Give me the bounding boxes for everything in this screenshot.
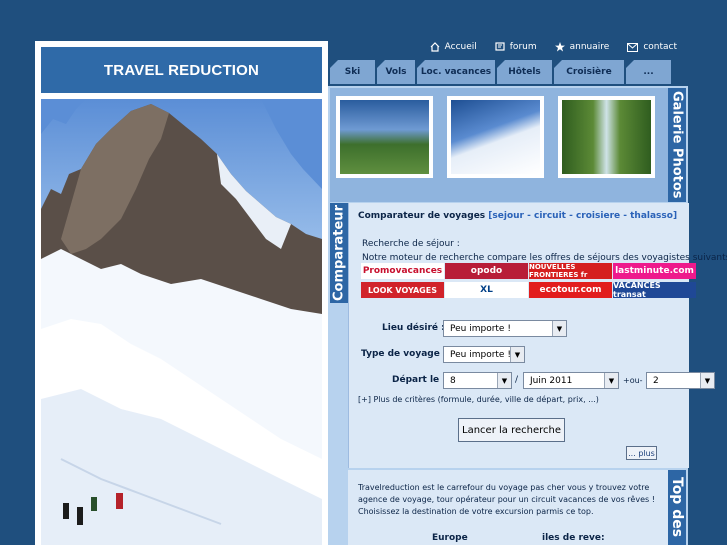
left-panel: TRAVEL REDUCTION	[35, 41, 328, 545]
type-select[interactable]: Peu importe ! ▼	[443, 346, 525, 363]
gallery-label: Galerie Photos	[668, 88, 686, 202]
gallery-thumb-waterfall[interactable]	[558, 96, 655, 178]
forum-icon	[495, 42, 505, 51]
tab-ski[interactable]: Ski	[330, 60, 375, 84]
comparateur-title: Comparateur de voyages [sejour - circuit…	[358, 211, 677, 221]
gallery-thumb-mountain[interactable]	[447, 96, 544, 178]
lieu-label: Lieu désiré :	[382, 323, 445, 333]
mail-icon	[627, 42, 639, 52]
tab-vols[interactable]: Vols	[377, 60, 415, 84]
more-button[interactable]: ... plus	[626, 446, 657, 460]
chevron-down-icon: ▼	[700, 373, 714, 388]
depart-month-select[interactable]: Juin 2011 ▼	[523, 372, 619, 389]
logo-promovacances[interactable]: Promovacances	[361, 263, 444, 279]
depart-month-value: Juin 2011	[530, 375, 573, 386]
logo-transat[interactable]: VACANCES transat	[613, 282, 696, 298]
mountain-illustration	[41, 99, 322, 545]
comparateur-title-text: Comparateur de voyages	[358, 211, 486, 221]
lieu-select-value: Peu importe !	[450, 323, 511, 334]
logo-nouvelles-frontieres[interactable]: NOUVELLES FRONTIERES fr	[529, 263, 612, 279]
ou-label: +ou-	[623, 376, 643, 385]
logo-lastminute[interactable]: lastminute.com	[613, 263, 696, 279]
photo-gallery: Galerie Photos	[330, 88, 686, 202]
chevron-down-icon: ▼	[552, 321, 566, 336]
partner-logos: Promovacances opodo NOUVELLES FRONTIERES…	[361, 263, 697, 298]
nav-accueil[interactable]: Accueil	[430, 40, 477, 54]
comparateur-side-label: Comparateur	[330, 203, 348, 303]
type-label: Type de voyage :	[361, 349, 447, 359]
chevron-down-icon: ▼	[510, 347, 524, 362]
tab-more[interactable]: ...	[626, 60, 671, 84]
nav-contact[interactable]: contact	[627, 40, 677, 54]
type-select-value: Peu importe !	[450, 349, 511, 360]
nav-contact-label: contact	[643, 42, 677, 52]
top-navigation: Accueil forum annuaire contact	[430, 40, 727, 54]
home-icon	[430, 42, 440, 52]
chevron-down-icon: ▼	[497, 373, 511, 388]
logo-look-voyages[interactable]: LOOK VOYAGES	[361, 282, 444, 298]
logo-opodo[interactable]: opodo	[445, 263, 528, 279]
date-separator: /	[515, 375, 519, 385]
chevron-down-icon: ▼	[604, 373, 618, 388]
top-destinations-text: Travelreduction est le carrefour du voya…	[358, 483, 655, 516]
nav-accueil-label: Accueil	[444, 42, 477, 52]
nav-annuaire[interactable]: annuaire	[554, 40, 610, 54]
depart-day-value: 8	[450, 375, 456, 386]
plus-minus-select[interactable]: 2 ▼	[646, 372, 715, 389]
nav-forum[interactable]: forum	[495, 40, 537, 54]
plus-minus-value: 2	[653, 375, 659, 386]
column-europe[interactable]: Europe	[432, 533, 468, 543]
top-destinations-label: Top des	[668, 470, 686, 545]
intro-line1: Recherche de séjour :	[362, 239, 460, 249]
column-iles[interactable]: iles de reve:	[542, 533, 605, 543]
nav-annuaire-label: annuaire	[569, 42, 610, 52]
mountain-photo	[41, 99, 322, 545]
comparateur-intro: Recherche de séjour : Notre moteur de re…	[362, 237, 727, 265]
category-tabs: Ski Vols Loc. vacances Hôtels Croisière …	[330, 60, 687, 84]
star-icon	[554, 42, 565, 52]
depart-label: Départ le :	[392, 375, 446, 385]
gallery-thumb-lake[interactable]	[336, 96, 433, 178]
tab-croisiere[interactable]: Croisière	[554, 60, 624, 84]
nav-forum-label: forum	[509, 42, 537, 52]
tab-hotels[interactable]: Hôtels	[497, 60, 552, 84]
search-button[interactable]: Lancer la recherche	[458, 418, 565, 442]
comparateur-title-links[interactable]: [sejour - circuit - croisiere - thalasso…	[488, 211, 677, 221]
lieu-select[interactable]: Peu importe ! ▼	[443, 320, 567, 337]
logo-xl[interactable]: XL	[445, 282, 528, 298]
site-title: TRAVEL REDUCTION	[41, 47, 322, 93]
depart-day-select[interactable]: 8 ▼	[443, 372, 512, 389]
more-criteria-link[interactable]: [+] Plus de critères (formule, durée, vi…	[358, 395, 599, 404]
logo-ecotour[interactable]: ecotour.com	[529, 282, 612, 298]
tab-loc-vacances[interactable]: Loc. vacances	[417, 60, 495, 84]
